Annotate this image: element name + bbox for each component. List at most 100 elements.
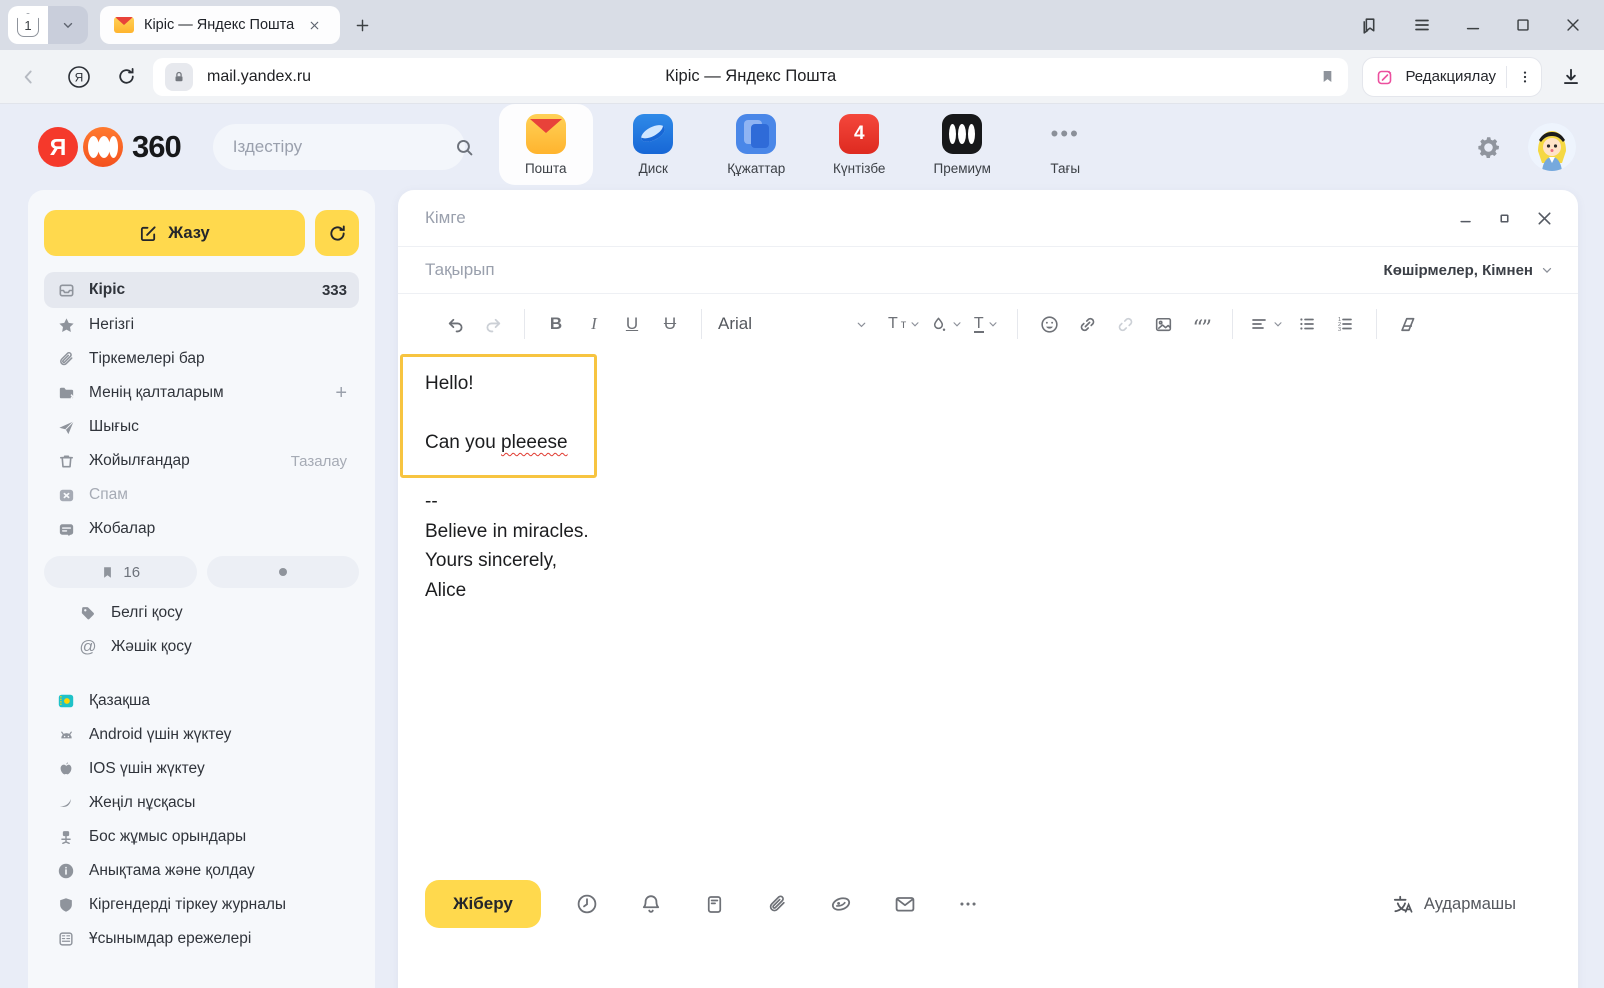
sidebar-item-light-version[interactable]: Жеңіл нұсқасы <box>44 786 359 820</box>
fill-color-button[interactable] <box>929 307 963 341</box>
empty-trash-link[interactable]: Тазалау <box>291 453 347 470</box>
sidebar-item-label: Ұсынымдар ережелері <box>89 930 347 948</box>
side-panel-icon[interactable] <box>1359 15 1380 36</box>
cc-from-toggle[interactable]: Көшірмелер, Кімнен <box>1384 262 1554 279</box>
sidebar-item-sent[interactable]: Шығыс <box>44 410 359 444</box>
sidebar-item-inbox[interactable]: Кіріс 333 <box>44 272 359 308</box>
edit-page-button[interactable]: Редакциялау <box>1362 57 1542 97</box>
tab-list-dropdown[interactable] <box>48 6 88 44</box>
window-close-icon[interactable] <box>1564 16 1582 34</box>
text-color-glyph: T <box>974 316 984 333</box>
tab-close-icon[interactable] <box>308 19 321 32</box>
underline-button[interactable]: U <box>617 307 647 341</box>
shield-icon <box>56 896 76 914</box>
app-tile-mail[interactable]: Пошта <box>499 104 593 185</box>
browser-menu-icon[interactable] <box>1412 15 1432 35</box>
template-icon[interactable] <box>703 893 726 916</box>
to-field[interactable] <box>425 208 1458 228</box>
numbered-list-button[interactable]: 123 <box>1330 307 1360 341</box>
quote-button[interactable]: “” <box>1186 307 1216 341</box>
app-tile-label: Күнтізбе <box>833 161 885 176</box>
reload-icon[interactable] <box>116 66 137 87</box>
sidebar-item-kazakh-language[interactable]: Қазақша <box>44 684 359 718</box>
svg-text:3: 3 <box>1338 327 1341 333</box>
user-avatar[interactable] <box>1528 123 1576 171</box>
office-chair-icon <box>56 828 76 846</box>
compose-expand-icon[interactable] <box>1498 212 1511 225</box>
sidebar-item-trash[interactable]: Жойылғандар Тазалау <box>44 444 359 478</box>
sidebar-item-login-journal[interactable]: Кіргендерді тіркеу журналы <box>44 888 359 922</box>
font-family-select[interactable]: Arial <box>718 314 868 334</box>
sidebar-item-primary[interactable]: Негізгі <box>44 308 359 342</box>
schedule-send-icon[interactable] <box>575 892 599 916</box>
yandex-browser-icon[interactable]: Я <box>66 64 92 90</box>
kazakhstan-flag-icon <box>56 692 76 710</box>
tab-counter[interactable]: 1 <box>8 6 48 44</box>
clear-formatting-button[interactable] <box>1393 307 1423 341</box>
compose-button-label: Жазу <box>168 224 209 243</box>
app-tile-premium[interactable]: Премиум <box>911 110 1014 185</box>
strikethrough-button[interactable]: U <box>655 307 685 341</box>
url-field[interactable]: mail.yandex.ru Кіріс — Яндекс Пошта <box>153 58 1348 96</box>
insert-link-button[interactable] <box>1072 307 1102 341</box>
sidebar-item-recommendation-rules[interactable]: Ұсынымдар ережелері <box>44 922 359 956</box>
search-input[interactable] <box>233 137 454 157</box>
insert-image-button[interactable] <box>1148 307 1178 341</box>
bookmark-icon[interactable] <box>1319 68 1336 85</box>
yandex-360-logo[interactable]: Я 360 <box>38 127 181 167</box>
translator-button[interactable]: Аудармашы <box>1390 892 1516 916</box>
reminder-bell-icon[interactable] <box>639 892 663 916</box>
sidebar-item-projects[interactable]: Жобалар <box>44 512 359 546</box>
sidebar-item-my-folders[interactable]: Менің қалталарым + <box>44 376 359 410</box>
saved-bookmarks-pill[interactable]: 16 <box>44 556 197 588</box>
sidebar-item-download-android[interactable]: Android үшін жүктеу <box>44 718 359 752</box>
sidebar-item-add-mailbox[interactable]: @ Жәшік қосу <box>66 630 359 664</box>
window-maximize-icon[interactable] <box>1514 16 1532 34</box>
subject-field[interactable] <box>425 260 1384 280</box>
new-tab-button[interactable] <box>354 17 371 34</box>
compose-button[interactable]: Жазу <box>44 210 305 256</box>
compose-close-icon[interactable] <box>1535 209 1554 228</box>
search-icon[interactable] <box>454 137 475 158</box>
dot-tab-pill[interactable] <box>207 556 360 588</box>
lock-icon[interactable] <box>165 63 193 91</box>
emoji-button[interactable] <box>1034 307 1064 341</box>
sidebar-item-vacancies[interactable]: Бос жұмыс орындары <box>44 820 359 854</box>
search-field[interactable] <box>213 124 465 170</box>
compose-minimize-icon[interactable] <box>1458 210 1474 226</box>
sidebar-item-help-support[interactable]: Анықтама және қолдау <box>44 854 359 888</box>
send-button[interactable]: Жіберу <box>425 880 541 928</box>
sidebar-item-with-attachments[interactable]: Тіркемелері бар <box>44 342 359 376</box>
yandex-disk-icon[interactable] <box>829 892 853 916</box>
italic-button[interactable]: I <box>579 307 609 341</box>
mail-header: Я 360 Пошта Диск Құжаттар 4 <box>0 104 1604 190</box>
more-vertical-icon[interactable] <box>1517 69 1533 85</box>
back-icon[interactable] <box>18 66 40 88</box>
sidebar-item-add-label[interactable]: Белгі қосу <box>66 596 359 630</box>
refresh-button[interactable] <box>315 210 359 256</box>
app-tile-calendar[interactable]: 4 Күнтізбе <box>808 110 911 185</box>
settings-gear-icon[interactable] <box>1475 134 1502 161</box>
envelope-icon[interactable] <box>893 892 917 916</box>
sidebar-item-label: Спам <box>89 486 347 504</box>
message-body[interactable]: Hello! Can you pleeese -- Believe in mir… <box>398 354 1578 605</box>
bold-button[interactable]: B <box>541 307 571 341</box>
font-size-button[interactable]: Tт <box>888 307 921 341</box>
text-color-button[interactable]: T <box>971 307 1001 341</box>
sidebar-item-download-ios[interactable]: IOS үшін жүктеу <box>44 752 359 786</box>
app-tile-documents[interactable]: Құжаттар <box>705 110 808 185</box>
app-tile-more[interactable]: ••• Тағы <box>1014 110 1117 185</box>
window-minimize-icon[interactable] <box>1464 16 1482 34</box>
bullet-list-button[interactable] <box>1292 307 1322 341</box>
attach-file-icon[interactable] <box>766 893 789 916</box>
more-options-icon[interactable] <box>957 893 979 915</box>
downloads-icon[interactable] <box>1560 66 1582 88</box>
browser-tab[interactable]: Кіріс — Яндекс Пошта <box>100 6 340 44</box>
app-tile-disk[interactable]: Диск <box>602 110 705 185</box>
align-button[interactable] <box>1249 307 1284 341</box>
add-folder-icon[interactable]: + <box>335 382 347 405</box>
redo-button[interactable] <box>478 307 508 341</box>
undo-button[interactable] <box>440 307 470 341</box>
remove-link-button[interactable] <box>1110 307 1140 341</box>
sidebar-item-spam[interactable]: Спам <box>44 478 359 512</box>
